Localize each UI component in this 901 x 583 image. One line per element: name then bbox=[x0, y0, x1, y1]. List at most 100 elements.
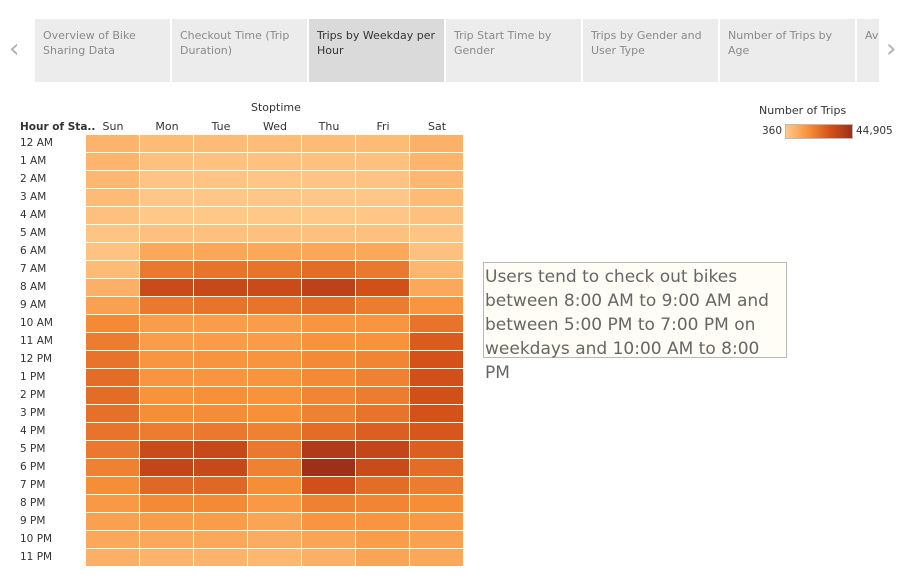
heatmap-cell[interactable] bbox=[248, 189, 301, 206]
heatmap-cell[interactable] bbox=[410, 459, 463, 476]
heatmap-cell[interactable] bbox=[140, 423, 193, 440]
heatmap-cell[interactable] bbox=[86, 549, 139, 566]
heatmap-cell[interactable] bbox=[356, 225, 409, 242]
heatmap-cell[interactable] bbox=[86, 171, 139, 188]
heatmap-cell[interactable] bbox=[356, 531, 409, 548]
heatmap-cell[interactable] bbox=[302, 333, 355, 350]
heatmap-cell[interactable] bbox=[86, 513, 139, 530]
heatmap-cell[interactable] bbox=[248, 405, 301, 422]
heatmap-cell[interactable] bbox=[410, 315, 463, 332]
heatmap-cell[interactable] bbox=[248, 441, 301, 458]
heatmap-cell[interactable] bbox=[248, 315, 301, 332]
tab-average[interactable]: Ave by bbox=[857, 19, 879, 82]
heatmap-cell[interactable] bbox=[302, 513, 355, 530]
heatmap-cell[interactable] bbox=[302, 495, 355, 512]
heatmap-cell[interactable] bbox=[302, 459, 355, 476]
heatmap-cell[interactable] bbox=[302, 261, 355, 278]
heatmap-cell[interactable] bbox=[194, 153, 247, 170]
heatmap-cell[interactable] bbox=[302, 477, 355, 494]
heatmap-cell[interactable] bbox=[248, 477, 301, 494]
heatmap-cell[interactable] bbox=[410, 405, 463, 422]
heatmap-cell[interactable] bbox=[194, 207, 247, 224]
heatmap-cell[interactable] bbox=[410, 243, 463, 260]
heatmap-cell[interactable] bbox=[302, 387, 355, 404]
heatmap-cell[interactable] bbox=[248, 369, 301, 386]
heatmap-cell[interactable] bbox=[140, 315, 193, 332]
heatmap-cell[interactable] bbox=[410, 513, 463, 530]
heatmap-cell[interactable] bbox=[86, 369, 139, 386]
heatmap-cell[interactable] bbox=[356, 207, 409, 224]
heatmap-cell[interactable] bbox=[140, 531, 193, 548]
heatmap-cell[interactable] bbox=[194, 549, 247, 566]
heatmap-cell[interactable] bbox=[248, 333, 301, 350]
heatmap-cell[interactable] bbox=[410, 351, 463, 368]
heatmap-cell[interactable] bbox=[248, 225, 301, 242]
heatmap-cell[interactable] bbox=[356, 297, 409, 314]
heatmap-cell[interactable] bbox=[86, 153, 139, 170]
heatmap-cell[interactable] bbox=[140, 405, 193, 422]
tab-overview[interactable]: Overview of Bike Sharing Data bbox=[35, 19, 170, 82]
heatmap-cell[interactable] bbox=[302, 243, 355, 260]
heatmap-cell[interactable] bbox=[410, 495, 463, 512]
heatmap-cell[interactable] bbox=[356, 279, 409, 296]
prev-arrow[interactable]: ‹ bbox=[9, 36, 19, 62]
heatmap-cell[interactable] bbox=[410, 369, 463, 386]
heatmap-cell[interactable] bbox=[410, 207, 463, 224]
heatmap-cell[interactable] bbox=[86, 207, 139, 224]
heatmap-cell[interactable] bbox=[356, 153, 409, 170]
heatmap-cell[interactable] bbox=[356, 477, 409, 494]
heatmap-cell[interactable] bbox=[356, 351, 409, 368]
heatmap-cell[interactable] bbox=[140, 189, 193, 206]
heatmap-cell[interactable] bbox=[356, 243, 409, 260]
heatmap-cell[interactable] bbox=[86, 243, 139, 260]
heatmap-cell[interactable] bbox=[140, 351, 193, 368]
heatmap-cell[interactable] bbox=[410, 135, 463, 152]
heatmap-cell[interactable] bbox=[140, 387, 193, 404]
heatmap-cell[interactable] bbox=[140, 369, 193, 386]
heatmap-cell[interactable] bbox=[356, 405, 409, 422]
heatmap-cell[interactable] bbox=[302, 225, 355, 242]
heatmap-cell[interactable] bbox=[356, 135, 409, 152]
heatmap-cell[interactable] bbox=[194, 279, 247, 296]
heatmap-cell[interactable] bbox=[140, 513, 193, 530]
tab-gender-user-type[interactable]: Trips by Gender and User Type bbox=[583, 19, 718, 82]
heatmap-cell[interactable] bbox=[86, 297, 139, 314]
heatmap-cell[interactable] bbox=[302, 297, 355, 314]
heatmap-cell[interactable] bbox=[302, 351, 355, 368]
heatmap-cell[interactable] bbox=[140, 207, 193, 224]
heatmap-cell[interactable] bbox=[302, 153, 355, 170]
heatmap-cell[interactable] bbox=[302, 207, 355, 224]
heatmap-cell[interactable] bbox=[302, 441, 355, 458]
heatmap-cell[interactable] bbox=[86, 315, 139, 332]
heatmap-cell[interactable] bbox=[302, 279, 355, 296]
heatmap-cell[interactable] bbox=[248, 243, 301, 260]
heatmap-cell[interactable] bbox=[194, 531, 247, 548]
heatmap-cell[interactable] bbox=[86, 261, 139, 278]
heatmap-cell[interactable] bbox=[194, 513, 247, 530]
heatmap-cell[interactable] bbox=[140, 297, 193, 314]
heatmap-cell[interactable] bbox=[356, 459, 409, 476]
heatmap-cell[interactable] bbox=[248, 279, 301, 296]
heatmap-cell[interactable] bbox=[248, 531, 301, 548]
heatmap-cell[interactable] bbox=[86, 387, 139, 404]
heatmap-cell[interactable] bbox=[410, 279, 463, 296]
heatmap-cell[interactable] bbox=[248, 297, 301, 314]
heatmap-cell[interactable] bbox=[140, 495, 193, 512]
heatmap-cell[interactable] bbox=[140, 243, 193, 260]
heatmap-cell[interactable] bbox=[194, 135, 247, 152]
heatmap-cell[interactable] bbox=[194, 405, 247, 422]
heatmap-cell[interactable] bbox=[410, 171, 463, 188]
heatmap-cell[interactable] bbox=[194, 171, 247, 188]
heatmap-cell[interactable] bbox=[194, 459, 247, 476]
heatmap-cell[interactable] bbox=[302, 423, 355, 440]
heatmap-cell[interactable] bbox=[302, 189, 355, 206]
heatmap-cell[interactable] bbox=[248, 207, 301, 224]
heatmap-cell[interactable] bbox=[140, 171, 193, 188]
heatmap-cell[interactable] bbox=[194, 477, 247, 494]
heatmap-cell[interactable] bbox=[140, 279, 193, 296]
heatmap-cell[interactable] bbox=[248, 549, 301, 566]
heatmap-cell[interactable] bbox=[194, 315, 247, 332]
heatmap-cell[interactable] bbox=[410, 261, 463, 278]
heatmap-cell[interactable] bbox=[248, 495, 301, 512]
heatmap-cell[interactable] bbox=[356, 315, 409, 332]
